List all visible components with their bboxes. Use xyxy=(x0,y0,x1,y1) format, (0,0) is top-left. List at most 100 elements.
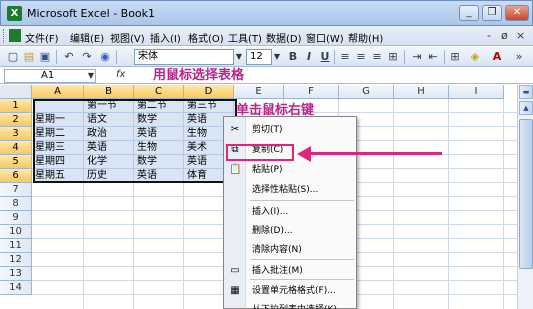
bold-button[interactable]: B xyxy=(286,50,300,64)
row-header-9[interactable]: 9 xyxy=(0,211,32,225)
cell-a2[interactable]: 星期一 xyxy=(33,113,83,127)
cell-a1[interactable] xyxy=(33,99,83,113)
cell-b5[interactable]: 化学 xyxy=(85,155,133,169)
minimize-button[interactable]: _ xyxy=(459,5,479,21)
row-header-6[interactable]: 6 xyxy=(0,169,32,183)
menubar-grip[interactable] xyxy=(3,29,6,43)
row-header-3[interactable]: 3 xyxy=(0,127,32,141)
menu-data[interactable]: 数据(D) xyxy=(266,30,302,45)
menu-tools[interactable]: 工具(T) xyxy=(228,30,262,45)
context-menu-item-9[interactable]: 从下拉列表中选择(K)... xyxy=(224,301,356,309)
menu-help[interactable]: 帮助(H) xyxy=(348,30,383,45)
indent-icon[interactable]: ⇥ xyxy=(410,50,424,64)
menu-view[interactable]: 视图(V) xyxy=(110,30,145,45)
font-size-select[interactable]: 12 xyxy=(246,49,272,65)
context-menu-item-5[interactable]: 删除(D)... xyxy=(224,222,356,240)
row-header-11[interactable]: 11 xyxy=(0,239,32,253)
fx-icon[interactable]: fx xyxy=(116,69,125,80)
cell-c5[interactable]: 数学 xyxy=(135,155,183,169)
row-header-8[interactable]: 8 xyxy=(0,197,32,211)
new-icon[interactable]: ▢ xyxy=(6,50,20,64)
help-icon[interactable]: ◉ xyxy=(98,50,112,64)
redo-icon[interactable]: ↷ xyxy=(80,50,94,64)
column-header-b[interactable]: B xyxy=(84,85,134,99)
save-icon[interactable]: ▣ xyxy=(38,50,52,64)
cell-d1[interactable]: 第三节 xyxy=(185,99,233,113)
close-button[interactable]: ✕ xyxy=(505,5,529,21)
cell-a5[interactable]: 星期四 xyxy=(33,155,83,169)
name-box[interactable]: A1 xyxy=(4,69,96,83)
row-header-4[interactable]: 4 xyxy=(0,141,32,155)
menu-insert[interactable]: 插入(I) xyxy=(150,30,181,45)
row-header-10[interactable]: 10 xyxy=(0,225,32,239)
align-left-icon[interactable]: ≡ xyxy=(338,50,352,64)
name-box-dropdown-icon[interactable]: ▼ xyxy=(86,69,96,83)
column-header-e[interactable]: E xyxy=(234,85,284,99)
cell-b6[interactable]: 历史 xyxy=(85,169,133,183)
font-color-icon[interactable]: A xyxy=(490,50,504,64)
row-header-12[interactable]: 12 xyxy=(0,253,32,267)
cell-c6[interactable]: 英语 xyxy=(135,169,183,183)
row-header-5[interactable]: 5 xyxy=(0,155,32,169)
cell-b2[interactable]: 语文 xyxy=(85,113,133,127)
context-menu-item-3[interactable]: 选择性粘贴(S)... xyxy=(224,181,356,199)
toolbar-options-icon[interactable]: » xyxy=(512,50,526,64)
context-menu-item-4[interactable]: 插入(I)... xyxy=(224,203,356,221)
column-header-g[interactable]: G xyxy=(339,85,394,99)
font-name-select[interactable]: 宋体 xyxy=(134,49,234,65)
row-header-13[interactable]: 13 xyxy=(0,267,32,281)
align-center-icon[interactable]: ≡ xyxy=(354,50,368,64)
context-menu-item-8[interactable]: ▦ 设置单元格格式(F)... xyxy=(224,282,356,300)
cell-b3[interactable]: 政治 xyxy=(85,127,133,141)
cell-a3[interactable]: 星期二 xyxy=(33,127,83,141)
cell-a4[interactable]: 星期三 xyxy=(33,141,83,155)
column-header-d[interactable]: D xyxy=(184,85,234,99)
font-name-dropdown-icon[interactable]: ▼ xyxy=(234,49,244,65)
column-header-c[interactable]: C xyxy=(134,85,184,99)
column-header-a[interactable]: A xyxy=(32,85,84,99)
align-right-icon[interactable]: ≡ xyxy=(370,50,384,64)
row-header-14[interactable]: 14 xyxy=(0,281,32,295)
row-header-1[interactable]: 1 xyxy=(0,99,32,113)
context-menu-item-6[interactable]: 清除内容(N) xyxy=(224,241,356,259)
select-all-corner[interactable] xyxy=(0,85,32,99)
cell-b1[interactable]: 第一节 xyxy=(85,99,133,113)
underline-button[interactable]: U xyxy=(318,50,332,64)
menu-file[interactable]: 文件(F) xyxy=(25,30,59,45)
menu-bar: 文件(F) 编辑(E) 视图(V) 插入(I) 格式(O) 工具(T) 数据(D… xyxy=(0,26,533,46)
cell-b4[interactable]: 英语 xyxy=(85,141,133,155)
context-menu-item-7[interactable]: ▭ 插入批注(M) xyxy=(224,262,356,280)
mdi-restore-button[interactable]: ø xyxy=(501,29,508,42)
row-header-2[interactable]: 2 xyxy=(0,113,32,127)
scroll-split-handle[interactable]: ▬ xyxy=(519,85,533,99)
merge-center-icon[interactable]: ⊞ xyxy=(386,50,400,64)
cell-c2[interactable]: 数学 xyxy=(135,113,183,127)
outdent-icon[interactable]: ⇤ xyxy=(426,50,440,64)
italic-button[interactable]: I xyxy=(302,50,316,64)
undo-icon[interactable]: ↶ xyxy=(62,50,76,64)
cell-c3[interactable]: 英语 xyxy=(135,127,183,141)
borders-icon[interactable]: ⊞ xyxy=(448,50,462,64)
font-size-dropdown-icon[interactable]: ▼ xyxy=(272,49,282,65)
menu-window[interactable]: 窗口(W) xyxy=(306,30,344,45)
workbook-icon[interactable] xyxy=(9,29,21,42)
scroll-up-icon[interactable]: ▲ xyxy=(519,101,533,115)
menu-edit[interactable]: 编辑(E) xyxy=(70,30,104,45)
mdi-minimize-button[interactable]: - xyxy=(487,29,491,42)
column-header-i[interactable]: I xyxy=(449,85,504,99)
column-header-h[interactable]: H xyxy=(394,85,449,99)
row-header-7[interactable]: 7 xyxy=(0,183,32,197)
cell-a6[interactable]: 星期五 xyxy=(33,169,83,183)
mdi-close-button[interactable]: × xyxy=(516,29,525,42)
open-icon[interactable]: ▤ xyxy=(22,50,36,64)
menu-format[interactable]: 格式(O) xyxy=(188,30,224,45)
vertical-scrollbar[interactable]: ▬ ▲ xyxy=(517,85,533,309)
fill-color-icon[interactable]: ◈ xyxy=(468,50,482,64)
column-header-f[interactable]: F xyxy=(284,85,339,99)
scroll-thumb[interactable] xyxy=(519,119,533,269)
restore-button[interactable]: ❐ xyxy=(482,5,502,21)
context-menu-item-0[interactable]: ✂ 剪切(T) xyxy=(224,121,356,139)
context-menu-item-2[interactable]: 📋 粘贴(P) xyxy=(224,161,356,179)
cell-c4[interactable]: 生物 xyxy=(135,141,183,155)
cell-c1[interactable]: 第二节 xyxy=(135,99,183,113)
